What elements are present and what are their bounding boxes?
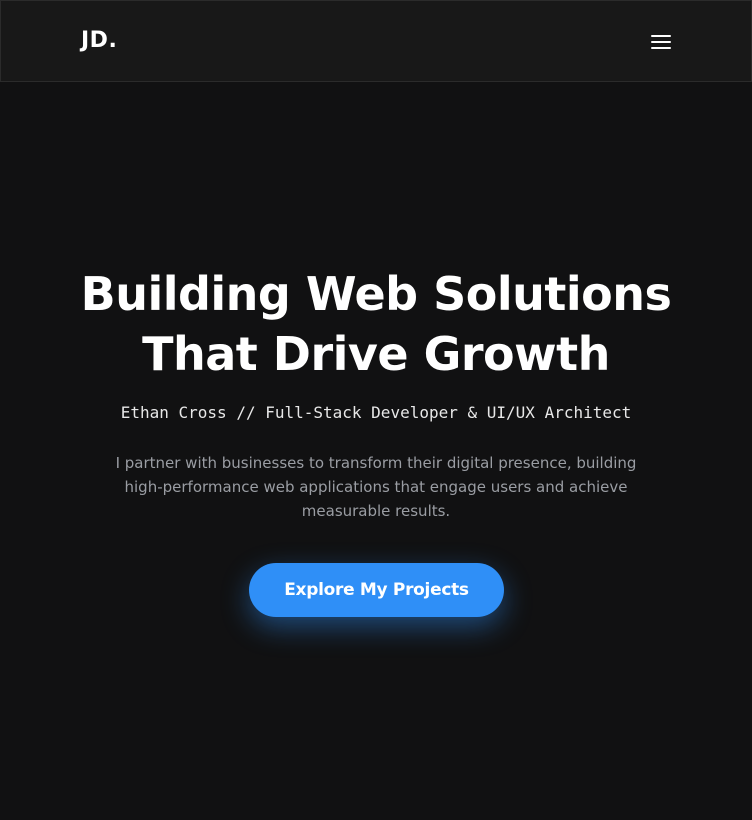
- hero-description-line-1: I partner with businesses to transform t…: [115, 454, 637, 472]
- hamburger-menu-icon[interactable]: [647, 29, 675, 55]
- hero-section: Building Web Solutions That Drive Growth…: [0, 82, 752, 820]
- menu-line: [651, 35, 671, 37]
- navbar: JD.: [0, 0, 752, 82]
- hero-description-line-3: measurable results.: [301, 502, 451, 520]
- hero-description: I partner with businesses to transform t…: [96, 451, 656, 523]
- menu-line: [651, 41, 671, 43]
- explore-projects-button[interactable]: Explore My Projects: [249, 563, 504, 617]
- hero-description-line-2: high-performance web applications that e…: [124, 478, 628, 496]
- hero-title: Building Web Solutions That Drive Growth: [40, 264, 712, 384]
- hero-subtitle: Ethan Cross // Full-Stack Developer & UI…: [120, 403, 632, 422]
- hero-title-line-1: Building Web Solutions: [80, 267, 672, 321]
- site-logo[interactable]: JD.: [81, 27, 117, 55]
- menu-line: [651, 47, 671, 49]
- hero-title-line-2: That Drive Growth: [142, 327, 610, 381]
